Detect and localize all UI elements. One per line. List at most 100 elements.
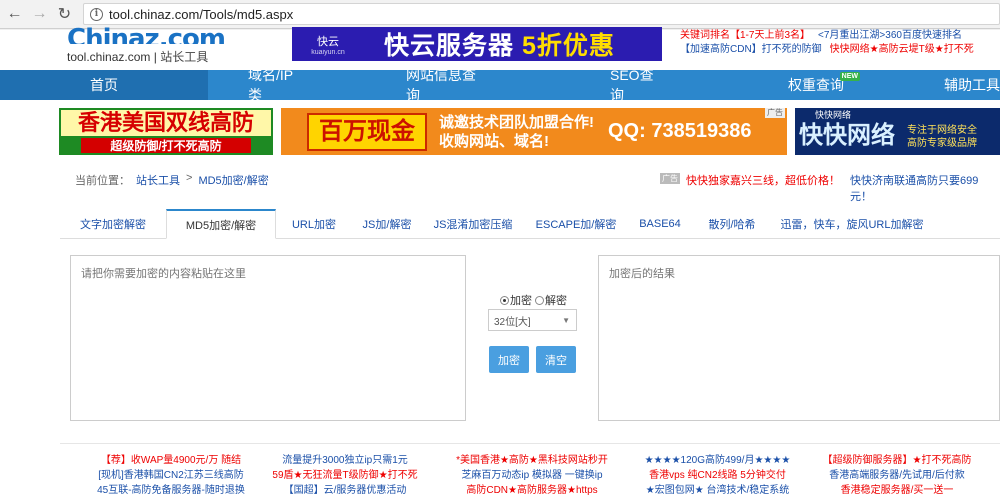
arrow-right-icon[interactable]: → <box>29 3 50 25</box>
ad1-subtitle: 超级防御/打不死高防 <box>81 138 251 153</box>
site-logo[interactable]: Chinaz.com tool.chinaz.com | 站长工具 <box>67 22 225 65</box>
encrypt-button[interactable]: 加密 <box>489 346 529 373</box>
ad-link[interactable]: *美国香港★高防★黑科技网站秒开 <box>442 453 622 468</box>
tab-hash[interactable]: 散列/哈希 <box>692 209 772 239</box>
ad-link-column: 【荐】收WAP量4900元/万 随结 [现机]香港韩国CN2江苏三线高防 45互… <box>86 453 256 498</box>
ad-link[interactable]: 59盾★无狂流量T级防御★打不死 <box>260 468 430 483</box>
ad2-middle: 诚邀技术团队加盟合作! 收购网站、域名! <box>439 113 594 151</box>
clear-button[interactable]: 清空 <box>536 346 576 373</box>
ad-link[interactable]: 高防CDN★高防服务器★https <box>442 483 622 498</box>
nav-label: 网站信息查询 <box>406 67 476 103</box>
ad-link[interactable]: ★★★★120G高防499/月★★★★ <box>630 453 805 468</box>
nav-item-domain-ip[interactable]: 域名/IP类 <box>248 67 304 103</box>
ad-link[interactable]: 【超级防御服务器】★打不死高防 <box>812 453 982 468</box>
promo-link-left[interactable]: 快快独家嘉兴三线，超低价格！ <box>686 172 840 188</box>
bits-select-value: 32位[大] <box>494 316 531 328</box>
tab-label: URL加密 <box>291 219 336 231</box>
promo-ad-tag: 广告 <box>660 173 680 184</box>
tab-label: ESCAPE加/解密 <box>535 219 617 231</box>
nav-item-tools[interactable]: 辅助工具 <box>944 70 1000 100</box>
tab-escape[interactable]: ESCAPE加/解密 <box>524 209 628 239</box>
tab-label: MD5加密/解密 <box>185 219 257 232</box>
ad2-line1: 诚邀技术团队加盟合作! <box>439 113 594 131</box>
ad-link[interactable]: [现机]香港韩国CN2江苏三线高防 <box>86 468 256 483</box>
ad3-top: 快快网络 <box>815 110 852 120</box>
banner-brand: 快云 <box>317 35 339 48</box>
ad-link-column: 流量提升3000独立ip只需1元 59盾★无狂流量T级防御★打不死 【国超】云/… <box>260 453 430 498</box>
nav-item-site-info[interactable]: 网站信息查询 <box>406 67 488 103</box>
tab-url-encrypt[interactable]: URL加密 <box>276 209 352 239</box>
radio-decrypt[interactable] <box>535 295 544 305</box>
input-textarea[interactable] <box>70 255 466 421</box>
ad-link[interactable]: 香港高端服务器/先试用/后付款 <box>812 468 982 483</box>
top-link[interactable]: <7月重出江湖>360百度快速排名 <box>818 29 962 43</box>
top-link[interactable]: 关键词排名【1-7天上前3名】 <box>680 29 810 43</box>
tab-label: JS加/解密 <box>362 219 412 231</box>
bits-select[interactable]: 32位[大] ▼ <box>488 309 577 331</box>
tab-label: 迅雷，快车，旋风URL加解密 <box>780 219 924 231</box>
arrow-left-icon[interactable]: ← <box>4 3 25 25</box>
promo-link-right[interactable]: 快快济南联通高防只要699元！ <box>850 172 1000 204</box>
logo-separator: | <box>153 50 157 64</box>
tab-js-encrypt[interactable]: JS加/解密 <box>352 209 422 239</box>
breadcrumb-current[interactable]: MD5加密/解密 <box>198 172 268 188</box>
tab-text-encrypt[interactable]: 文字加密解密 <box>60 209 166 239</box>
top-banner-ad[interactable]: 快云 kuaiyun.cn 快云服务器 5折优惠 <box>292 27 662 61</box>
ad3-side-line1: 专注于网络安全 <box>907 125 977 136</box>
nav-label: 域名/IP类 <box>248 67 294 103</box>
ad-link[interactable]: 45互联-高防免备服务器-随时退换 <box>86 483 256 498</box>
radio-encrypt[interactable] <box>500 295 509 305</box>
nav-item-seo[interactable]: SEO查询 <box>610 67 666 103</box>
ad-link-column: 【超级防御服务器】★打不死高防 香港高端服务器/先试用/后付款 香港稳定服务器/… <box>812 453 982 498</box>
nav-label: 首页 <box>90 77 118 93</box>
nav-item-weight[interactable]: 权重查询 NEW <box>788 70 860 100</box>
banner-brand-sub: kuaiyun.cn <box>311 48 345 56</box>
ad2-box: 百万现金 <box>307 112 427 151</box>
tab-label: 文字加密解密 <box>80 219 146 231</box>
ad3-side-line2: 高防专家级品牌 <box>907 138 977 149</box>
tab-label: 散列/哈希 <box>708 219 756 231</box>
breadcrumb-parent[interactable]: 站长工具 <box>136 172 180 188</box>
ad-link[interactable]: 香港稳定服务器/买一送一 <box>812 483 982 498</box>
ad-tag: 广告 <box>765 108 785 118</box>
ad3-side: 专注于网络安全 高防专家级品牌 <box>907 124 977 150</box>
logo-domain: tool.chinaz.com <box>67 50 151 64</box>
info-icon[interactable]: i <box>90 7 103 21</box>
ad-cash-partner[interactable]: 百万现金 诚邀技术团队加盟合作! 收购网站、域名! QQ: 738519386 … <box>281 108 787 155</box>
logo-name: 站长工具 <box>160 50 209 64</box>
nav-item-home[interactable]: 首页 <box>0 70 208 100</box>
ad-hk-us-defense[interactable]: 香港美国双线高防 超级防御/打不死高防 <box>59 108 273 155</box>
ad-link[interactable]: 香港vps 纯CN2线路 5分钟交付 <box>630 468 805 483</box>
ad-link[interactable]: 芝麻百万动态ip 模拟器 一键换ip <box>442 468 622 483</box>
tab-thunder-url[interactable]: 迅雷，快车，旋风URL加解密 <box>772 209 932 239</box>
ad-link[interactable]: 【国超】云/服务器优惠活动 <box>260 483 430 498</box>
banner-main: 快云服务器 <box>384 32 515 60</box>
output-textarea[interactable] <box>598 255 1000 421</box>
ad-link[interactable]: 流量提升3000独立ip只需1元 <box>260 453 430 468</box>
ad-kuaikuai-network[interactable]: 快快网络 快快网络 专注于网络安全 高防专家级品牌 <box>795 108 1000 155</box>
breadcrumb-prefix: 当前位置： <box>75 175 130 187</box>
radio-encrypt-label[interactable]: 加密 <box>510 292 532 308</box>
md5-tool: 加密 解密 32位[大] ▼ 加密 清空 <box>60 240 1000 440</box>
mode-radio-group: 加密 解密 <box>500 292 567 308</box>
ad-link-column: ★★★★120G高防499/月★★★★ 香港vps 纯CN2线路 5分钟交付 ★… <box>630 453 805 498</box>
url-text[interactable]: tool.chinaz.com/Tools/md5.aspx <box>109 7 293 22</box>
banner-highlight: 5折优惠 <box>521 32 615 60</box>
top-link[interactable]: 快快网络★高防云堤T级★打不死 <box>830 43 974 57</box>
tab-base64[interactable]: BASE64 <box>628 209 692 239</box>
radio-decrypt-label[interactable]: 解密 <box>545 292 567 308</box>
tab-md5[interactable]: MD5加密/解密 <box>166 209 276 239</box>
top-link[interactable]: 【加速高防CDN】打不死的防御 <box>680 43 822 57</box>
breadcrumb: 当前位置： 站长工具 > MD5加密/解密 <box>75 172 269 188</box>
ad-link[interactable]: ★宏图包网★ 台湾技术/稳定系统 <box>630 483 805 498</box>
top-text-links: 关键词排名【1-7天上前3名】 <7月重出江湖>360百度快速排名 【加速高防C… <box>680 29 1000 57</box>
nav-label: SEO查询 <box>610 67 654 103</box>
ad-link[interactable]: 【荐】收WAP量4900元/万 随结 <box>86 453 256 468</box>
main-nav: 首页 域名/IP类 网站信息查询 SEO查询 权重查询 NEW 辅助工具 <box>0 67 1000 103</box>
tab-js-obfuscate[interactable]: JS混淆加密压缩 <box>422 209 524 239</box>
ad-link-column: *美国香港★高防★黑科技网站秒开 芝麻百万动态ip 模拟器 一键换ip 高防CD… <box>442 453 622 498</box>
